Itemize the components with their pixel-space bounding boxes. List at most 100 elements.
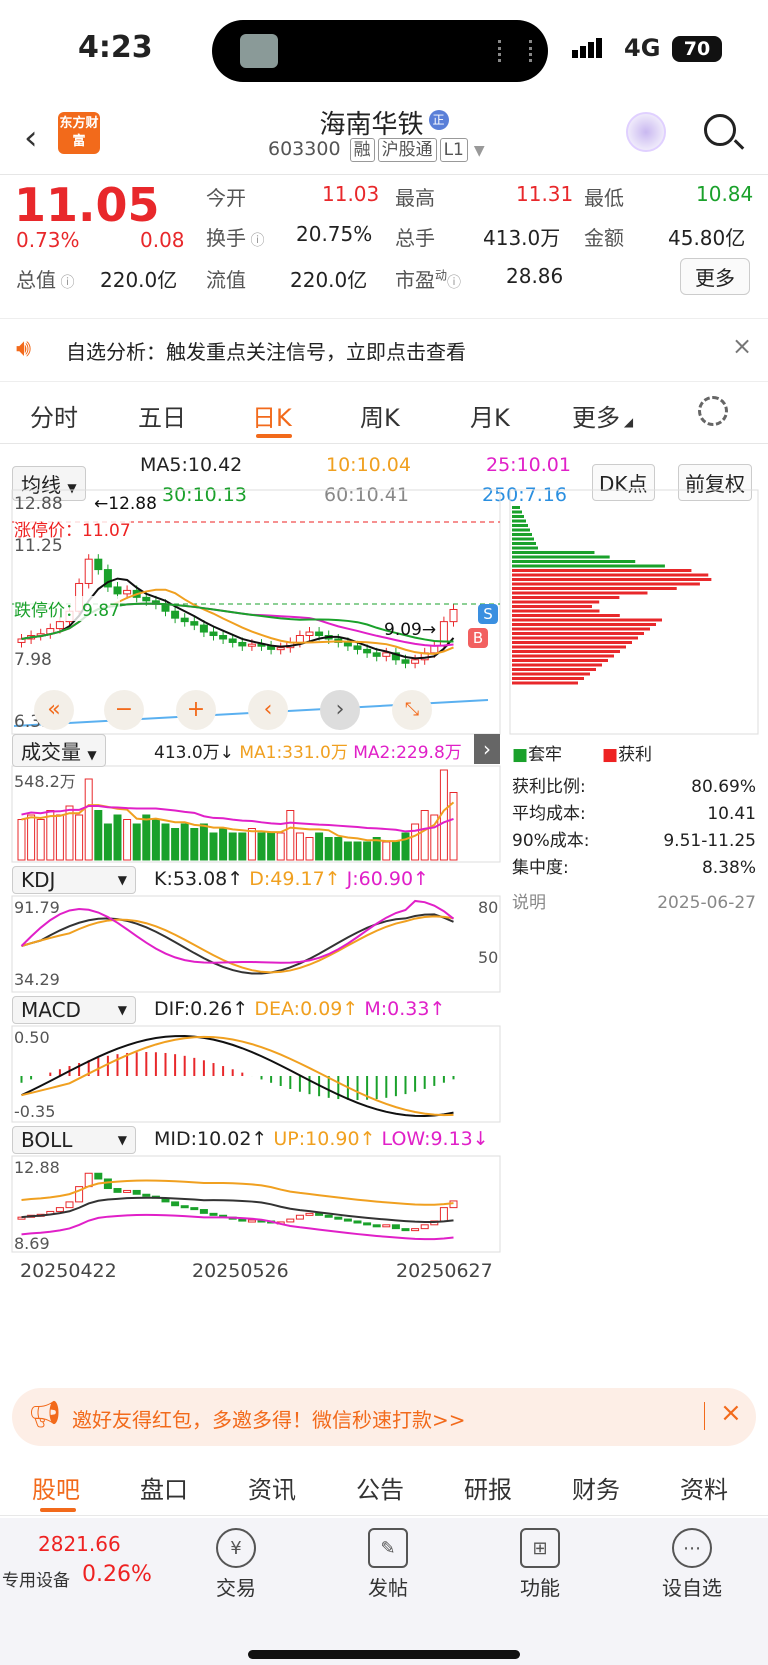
volume-bar: [334, 837, 343, 861]
chip-row: 获利比例: 80.69%: [512, 777, 756, 797]
zoom-out-icon[interactable]: −: [104, 690, 144, 730]
chip-bar: [512, 632, 644, 635]
tag-margin: 融: [349, 138, 375, 162]
prev-icon[interactable]: ‹: [248, 690, 288, 730]
candle-body: [238, 641, 247, 647]
kdj-legend: K:53.08↑ D:49.17↑ J:60.90↑: [154, 868, 429, 890]
invite-text: 邀好友得红包，多邀多得！微信秒速打款>>: [72, 1408, 466, 1432]
chip-bar: [512, 605, 593, 608]
tab-news[interactable]: 资讯: [248, 1470, 296, 1505]
dynamic-island: [212, 20, 548, 82]
turnover-value: 20.75%: [296, 222, 373, 246]
volume-bars: [17, 769, 458, 861]
status-bar: 4:23 4G 70: [0, 0, 768, 100]
macd-select[interactable]: MACD ▼: [12, 996, 136, 1024]
tab-five-day[interactable]: 五日: [138, 398, 186, 433]
chip-bar: [512, 542, 536, 545]
post-button[interactable]: ✎ 发帖: [338, 1528, 438, 1601]
volume-bar: [343, 841, 352, 861]
boll-candle: [113, 1188, 122, 1193]
legend-profit: ■获利: [602, 745, 653, 765]
volume-value: 413.0万: [483, 226, 561, 250]
volume-select[interactable]: 成交量 ▼: [12, 734, 106, 767]
expand-icon[interactable]: ⤡: [392, 690, 432, 730]
nav-bar: ‹ 东方财富 海南华铁 正 603300 融沪股通 L1 ▼: [0, 100, 768, 175]
high-value: 11.31: [516, 182, 574, 206]
chip-bar: [512, 600, 600, 604]
candle-body: [315, 631, 324, 637]
chip-bar: [512, 524, 528, 527]
invite-banner[interactable]: 📢︎ 邀好友得红包，多邀多得！微信秒速打款>> ×: [12, 1388, 756, 1446]
chevron-down-icon[interactable]: ▼: [474, 143, 485, 159]
robot-avatar-icon[interactable]: [626, 112, 666, 152]
buy-signal-badge[interactable]: B: [468, 628, 488, 648]
index-value[interactable]: 2821.66: [38, 1532, 121, 1556]
signal-banner[interactable]: 🔊︎ 自选分析：触发重点关注信号，立即点击查看 ×: [0, 320, 768, 382]
candle-body: [142, 596, 151, 602]
tab-weekly[interactable]: 周K: [360, 398, 400, 433]
candle-body: [209, 631, 218, 637]
chip-bar: [512, 663, 602, 667]
volume-bar: [276, 832, 285, 861]
next-icon[interactable]: ›: [320, 690, 360, 730]
function-button[interactable]: ⊞ 功能: [490, 1528, 590, 1601]
speaker-icon: 🔊︎: [16, 334, 32, 362]
chip-bars: [512, 506, 712, 685]
ma25-legend: 25:10.01: [486, 454, 571, 476]
add-watch-button[interactable]: ⋯ 设自选: [642, 1528, 742, 1601]
chip-bar: [512, 533, 532, 536]
date-end: 20250627: [396, 1260, 493, 1282]
volume-bar: [228, 832, 237, 861]
boll-legend: MID:10.02↑ UP:10.90↑ LOW:9.13↓: [154, 1128, 489, 1150]
tab-notice[interactable]: 公告: [356, 1470, 404, 1505]
more-button[interactable]: 更多: [680, 258, 750, 295]
zoom-in-icon[interactable]: +: [176, 690, 216, 730]
tab-intraday[interactable]: 分时: [30, 398, 78, 433]
close-icon[interactable]: ×: [732, 332, 752, 360]
boll-candle: [180, 1205, 189, 1209]
sell-signal-badge[interactable]: S: [478, 604, 498, 624]
settings-icon[interactable]: [698, 396, 728, 426]
boll-candle: [401, 1228, 410, 1232]
boll-select[interactable]: BOLL ▼: [12, 1126, 136, 1154]
candle-body: [84, 558, 93, 584]
open-value: 11.03: [322, 182, 380, 206]
candle-body: [372, 652, 381, 657]
high-marker: ←12.88: [94, 494, 157, 514]
chip-bar: [512, 677, 584, 680]
chip-bar: [512, 627, 650, 631]
battery-icon: 70: [672, 36, 722, 62]
tab-pankou[interactable]: 盘口: [140, 1470, 188, 1505]
candle-body: [94, 558, 103, 571]
volume-bar: [94, 810, 103, 861]
trade-button[interactable]: ¥ 交易: [186, 1528, 286, 1601]
tab-finance[interactable]: 财务: [572, 1470, 620, 1505]
close-icon[interactable]: ×: [720, 1398, 742, 1428]
kdj-axis-bot: 34.29: [14, 970, 60, 989]
volume-bar: [46, 810, 55, 861]
chip-bar: [512, 555, 610, 559]
chip-bar: [512, 618, 662, 622]
tab-daily[interactable]: 日K: [252, 398, 292, 433]
yen-icon: ¥: [216, 1528, 256, 1568]
chip-bar: [512, 582, 700, 586]
expand-right-icon[interactable]: ›: [474, 734, 500, 764]
rewind-icon[interactable]: «: [34, 690, 74, 730]
chip-bar: [512, 614, 620, 617]
float-label: 流值: [206, 268, 246, 292]
volume-bar: [324, 837, 333, 861]
chip-bar: [512, 609, 600, 613]
tab-profile[interactable]: 资料: [680, 1470, 728, 1505]
tab-monthly[interactable]: 月K: [470, 398, 510, 433]
kdj-select[interactable]: KDJ ▼: [12, 866, 136, 894]
search-icon[interactable]: [704, 114, 745, 150]
tab-more[interactable]: 更多 ◢: [572, 398, 633, 433]
content-tabs: 股吧 盘口 资讯 公告 研报 财务 资料: [0, 1458, 768, 1516]
candle-body: [305, 631, 314, 637]
chip-bar: [512, 641, 632, 644]
y-axis-2: 11.25: [14, 536, 63, 556]
last-price: 11.05: [14, 178, 160, 232]
tab-research[interactable]: 研报: [464, 1470, 512, 1505]
chip-bar: [512, 587, 677, 590]
tab-guba[interactable]: 股吧: [32, 1470, 80, 1505]
